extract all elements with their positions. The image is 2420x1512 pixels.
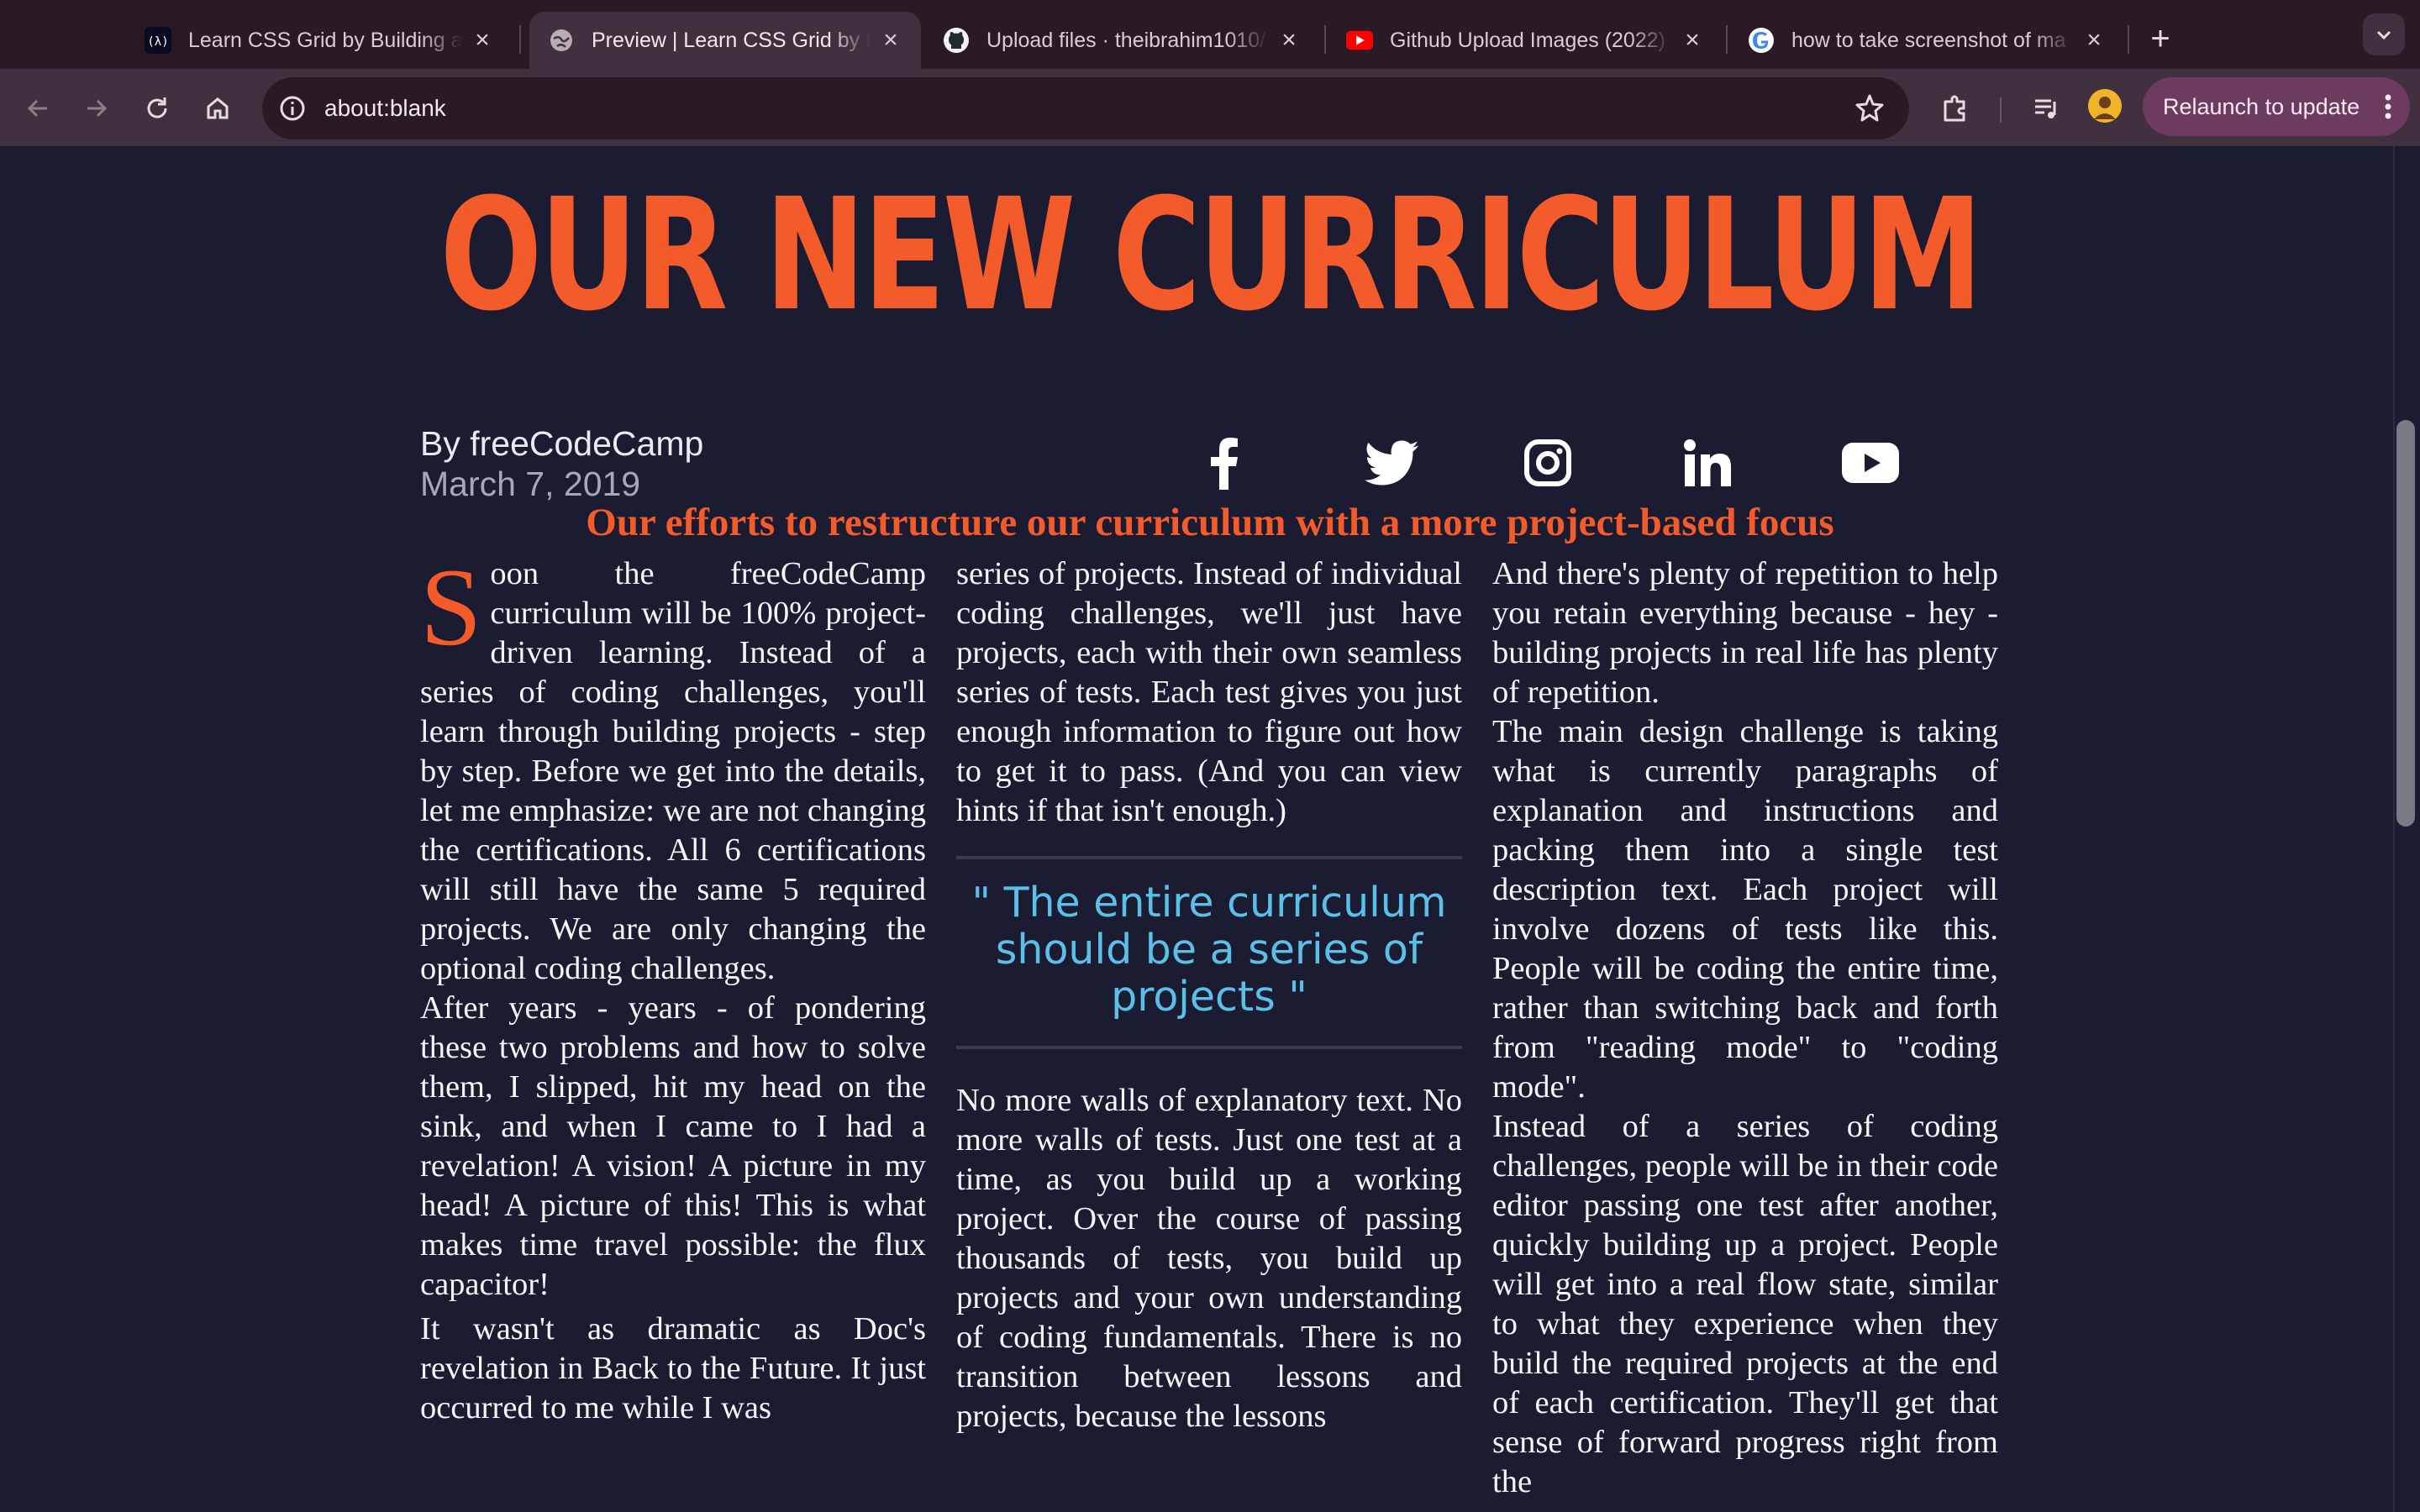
tab-strip: (λ) Learn CSS Grid by Building a × Previ… [0, 0, 2420, 69]
article-headline: OUR NEW CURRICULUM [439, 165, 1982, 345]
forward-button[interactable] [76, 87, 118, 129]
freecodecamp-icon: (λ) [145, 27, 171, 54]
profile-avatar[interactable] [2088, 89, 2122, 123]
article-paragraph: After years - years - of pondering these… [420, 990, 926, 1302]
relaunch-label: Relaunch to update [2163, 93, 2360, 119]
relaunch-to-update-button[interactable]: Relaunch to update [2143, 77, 2410, 136]
chevron-down-icon [2376, 30, 2391, 40]
article-column-3: And there's plenty of repetition to help… [1492, 554, 1998, 1502]
address-bar[interactable]: about:blank [262, 77, 1909, 139]
tab-title: Learn CSS Grid by Building a [188, 28, 462, 52]
new-tab-button[interactable]: + [2137, 15, 2184, 62]
tab-upload-files[interactable]: Upload files · theibrahim1010/ × [924, 12, 1319, 69]
article-paragraph: And there's plenty of repetition to help… [1492, 556, 1998, 710]
article-paragraph: Soon the freeCodeCamp curriculum will be… [420, 545, 926, 987]
tab-preview[interactable]: Preview | Learn CSS Grid by B × [529, 12, 921, 69]
linkedin-icon[interactable] [1681, 433, 1734, 492]
reload-icon [147, 97, 167, 118]
media-controls-button[interactable] [2025, 87, 2067, 129]
tab-separator [519, 25, 521, 54]
github-icon [943, 27, 970, 54]
tab-title: how to take screenshot of ma [1791, 28, 2066, 52]
tab-separator [1324, 25, 1326, 54]
article-body: Soon the freeCodeCamp curriculum will be… [420, 545, 2000, 1502]
google-icon [1748, 27, 1775, 54]
svg-text:(λ): (λ) [147, 35, 168, 49]
home-button[interactable] [197, 87, 239, 129]
extensions-button[interactable] [1934, 87, 1976, 129]
article-paragraph: It wasn't as dramatic as Doc's revelatio… [420, 1311, 926, 1425]
tab-google-search[interactable]: how to take screenshot of ma × [1729, 12, 2124, 69]
article-paragraph: Instead of a series of coding challenges… [1492, 1109, 1998, 1499]
tab-title: Preview | Learn CSS Grid by B [592, 28, 871, 52]
scrollbar-thumb[interactable] [2396, 420, 2415, 827]
url-text[interactable]: about:blank [324, 77, 446, 139]
tab-separator [2128, 25, 2129, 54]
article-author: By freeCodeCamp [420, 424, 704, 463]
instagram-icon[interactable] [1521, 433, 1575, 492]
article-column-1: Soon the freeCodeCamp curriculum will be… [420, 545, 926, 1502]
close-tab-icon[interactable]: × [879, 26, 902, 55]
reload-button[interactable] [136, 87, 178, 129]
article-subheadline: Our efforts to restructure our curriculu… [586, 501, 1834, 544]
close-tab-icon[interactable]: × [471, 26, 494, 55]
close-tab-icon[interactable]: × [1277, 26, 1301, 55]
back-button[interactable] [17, 87, 59, 129]
youtube-icon[interactable] [1839, 433, 1902, 492]
site-info-icon[interactable] [276, 92, 309, 125]
tab-title: Github Upload Images (2022) [1390, 28, 1665, 52]
puzzle-icon [1944, 95, 1965, 122]
article-paragraph: The main design challenge is taking what… [1492, 714, 1998, 1105]
twitter-icon[interactable] [1361, 433, 1422, 492]
tab-separator [1726, 25, 1728, 54]
pull-quote: " The entire curriculum should be a seri… [956, 856, 1462, 1049]
article-paragraph: No more walls of explanatory text. No mo… [956, 1083, 1462, 1434]
tab-search-button[interactable] [2363, 13, 2405, 55]
toolbar-divider [2000, 97, 2002, 123]
close-tab-icon[interactable]: × [2082, 26, 2106, 55]
close-tab-icon[interactable]: × [1681, 26, 1704, 55]
arrow-left-icon [27, 99, 47, 118]
vertical-scrollbar[interactable] [2393, 146, 2420, 1512]
bookmark-star-icon[interactable] [1854, 92, 1886, 124]
drop-cap: S [420, 545, 482, 669]
playlist-icon [2035, 99, 2056, 118]
arrow-right-icon [87, 99, 108, 118]
tab-title: Upload files · theibrahim1010/ [986, 28, 1266, 52]
browser-toolbar: about:blank [0, 69, 2420, 146]
article-date: March 7, 2019 [420, 465, 641, 503]
tab-github-upload-images[interactable]: Github Upload Images (2022) × [1328, 12, 1723, 69]
more-menu-icon[interactable] [2385, 94, 2391, 119]
pull-quote-text: " The entire curriculum should be a seri… [971, 879, 1447, 1021]
article-column-2: series of projects. Instead of individua… [956, 554, 1462, 1502]
facebook-icon[interactable] [1197, 433, 1249, 492]
article-paragraph: series of projects. Instead of individua… [956, 556, 1462, 828]
globe-icon [548, 27, 575, 54]
home-icon [207, 97, 229, 119]
youtube-icon [1346, 27, 1373, 54]
tab-learn-css-grid[interactable]: (λ) Learn CSS Grid by Building a × [126, 12, 513, 69]
page-viewport: OUR NEW CURRICULUM Our efforts to restru… [0, 146, 2393, 1512]
